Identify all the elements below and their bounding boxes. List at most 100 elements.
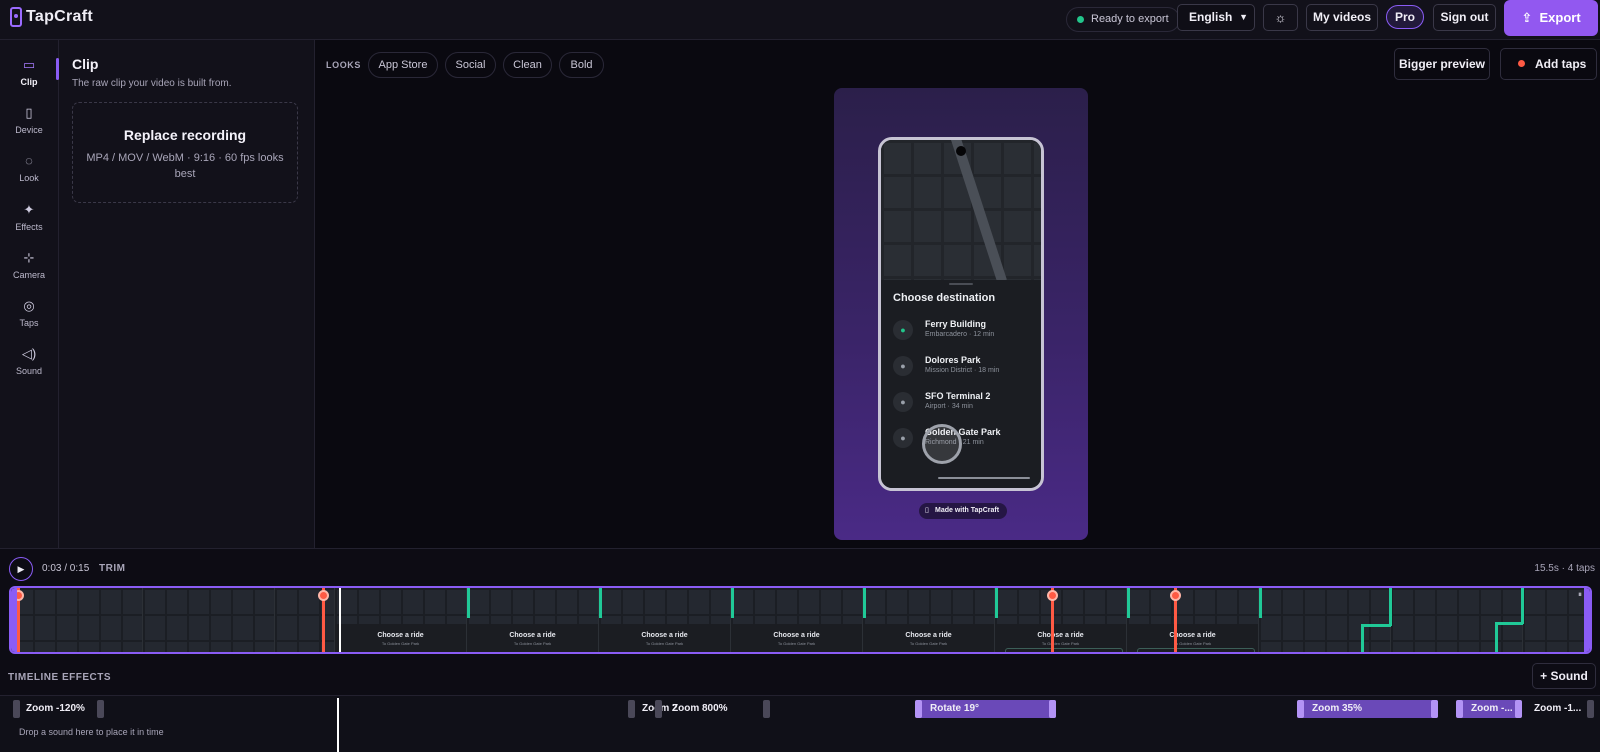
- chevron-down-icon: ▼: [1239, 12, 1248, 22]
- add-taps-button[interactable]: Add taps: [1500, 48, 1597, 80]
- timeline-filmstrip[interactable]: Choose a ride To Golden Gate Park Choose…: [9, 586, 1592, 654]
- effect-clip-zoom[interactable]: Zoom 800%: [658, 700, 758, 718]
- frame-label: Choose a ride: [509, 632, 556, 639]
- theme-toggle-button[interactable]: ☼: [1263, 4, 1298, 31]
- home-indicator: [938, 477, 1030, 479]
- location-pin-icon: ●: [893, 320, 913, 340]
- add-sound-button[interactable]: + Sound: [1532, 663, 1596, 689]
- filmstrip-frame: [1259, 588, 1391, 652]
- clip-grip[interactable]: [1297, 700, 1304, 718]
- language-select[interactable]: English ▼: [1177, 4, 1255, 31]
- export-button[interactable]: ⇪ Export: [1504, 0, 1598, 36]
- map-view: [881, 140, 1041, 283]
- watermark-badge: ▯ Made with TapCraft: [919, 503, 1008, 519]
- playhead[interactable]: [339, 588, 341, 652]
- look-chip-clean[interactable]: Clean: [503, 52, 552, 78]
- destination-name: Ferry Building: [925, 319, 987, 329]
- rail-item-device[interactable]: ▯ Device: [0, 104, 58, 148]
- effects-track[interactable]: Zoom -120% Zoom 2 Zoom 800% Rotate 19° Z…: [0, 696, 1600, 752]
- panel-subtitle: The raw clip your video is built from.: [72, 78, 232, 89]
- motion-path: [1361, 624, 1364, 652]
- frame-label: Choose a ride: [641, 632, 688, 639]
- replace-recording-dropzone[interactable]: Replace recording MP4 / MOV / WebM · 9:1…: [72, 102, 298, 203]
- clip-grip[interactable]: [1431, 700, 1438, 718]
- phone-icon: ▯: [25, 105, 33, 120]
- filmstrip-frame: Choose a ride To Golden Gate Park: [1127, 588, 1259, 652]
- rail-item-effects[interactable]: ✦ Effects: [0, 201, 58, 245]
- rail-item-camera[interactable]: ⊹ Camera: [0, 249, 58, 293]
- tap-marker-handle[interactable]: [1170, 590, 1181, 601]
- rail-item-label: Sound: [15, 366, 43, 376]
- logo[interactable]: TapCraft: [10, 7, 93, 27]
- app-name: TapCraft: [26, 8, 93, 25]
- speaker-icon: ◁): [21, 346, 37, 361]
- phone-logo-icon: ▯: [925, 507, 929, 514]
- add-taps-label: Add taps: [1535, 57, 1587, 71]
- playback-time: 0:03 / 0:15: [42, 563, 90, 574]
- tap-marker-handle[interactable]: [1047, 590, 1058, 601]
- rail-item-sound[interactable]: ◁) Sound: [0, 345, 58, 389]
- left-rail: ▭ Clip ▯ Device ◌ Look ✦ Effects ⊹ Camer…: [0, 40, 59, 548]
- destination-item: ● Golden Gate Park Richmond · 21 min: [893, 424, 1033, 456]
- video-icon: ▭: [22, 57, 36, 72]
- my-videos-button[interactable]: My videos: [1306, 4, 1378, 31]
- destination-sheet: Choose destination ● Ferry Building Emba…: [881, 280, 1041, 488]
- filmstrip-frame: [143, 588, 275, 652]
- filmstrip-frame: Choose a ride To Golden Gate Park: [863, 588, 995, 652]
- timeline-effects-label: TIMELINE EFFECTS: [8, 672, 111, 683]
- trim-handle-start[interactable]: [11, 588, 17, 652]
- rail-item-label: Taps: [19, 318, 39, 328]
- video-preview[interactable]: Choose destination ● Ferry Building Emba…: [834, 88, 1088, 540]
- clip-grip[interactable]: [97, 700, 104, 718]
- destination-meta: Airport · 34 min: [925, 403, 973, 410]
- frame-sublabel: To Golden Gate Park: [909, 641, 948, 646]
- motion-tick: [863, 588, 866, 618]
- frame-sublabel: To Golden Gate Park: [381, 641, 420, 646]
- effect-clip-rotate[interactable]: Rotate 19°: [916, 700, 1056, 718]
- tap-marker-handle[interactable]: [318, 590, 329, 601]
- clip-grip[interactable]: [1587, 700, 1594, 718]
- motion-tick: [599, 588, 602, 618]
- clip-grip[interactable]: [915, 700, 922, 718]
- effect-clip-zoom[interactable]: Zoom -1...: [1520, 700, 1588, 718]
- motion-tick: [731, 588, 734, 618]
- play-button[interactable]: ▶: [9, 557, 33, 581]
- destination-item: ● SFO Terminal 2 Airport · 34 min: [893, 388, 1033, 420]
- sun-icon: ☼: [1274, 10, 1287, 25]
- tap-icon: ◎: [23, 298, 35, 313]
- trim-label[interactable]: TRIM: [99, 563, 125, 574]
- filmstrip-frame: [1391, 588, 1523, 652]
- trim-handle-end[interactable]: [1584, 588, 1590, 652]
- top-bar: TapCraft Ready to export English ▼ ☼ My …: [0, 0, 1600, 40]
- looks-label: LOOKS: [326, 60, 362, 70]
- rail-item-taps[interactable]: ◎ Taps: [0, 297, 58, 341]
- frame-sublabel: To Golden Gate Park: [1041, 641, 1080, 646]
- status-text: Ready to export: [1091, 13, 1169, 25]
- bigger-preview-button[interactable]: Bigger preview: [1394, 48, 1490, 80]
- motion-path: [1495, 622, 1498, 652]
- filmstrip-frame: Choose a ride To Golden Gate Park: [731, 588, 863, 652]
- effects-row: Zoom -120% Zoom 2 Zoom 800% Rotate 19° Z…: [12, 700, 1596, 722]
- look-chip-bold[interactable]: Bold: [559, 52, 604, 78]
- sign-out-button[interactable]: Sign out: [1433, 4, 1496, 31]
- replace-recording-title: Replace recording: [123, 127, 247, 143]
- app: TapCraft Ready to export English ▼ ☼ My …: [0, 0, 1600, 752]
- effect-clip-zoom[interactable]: Zoom -...: [1457, 700, 1521, 718]
- motion-path: [1521, 588, 1524, 624]
- palette-icon: ◌: [25, 153, 33, 168]
- look-chip-social[interactable]: Social: [445, 52, 496, 78]
- clip-grip[interactable]: [763, 700, 770, 718]
- timeline-header: ▶ 0:03 / 0:15 TRIM 15.5s · 4 taps: [0, 548, 1600, 586]
- effect-clip-zoom[interactable]: Zoom -120%: [12, 700, 106, 718]
- rail-item-clip[interactable]: ▭ Clip: [0, 56, 58, 100]
- frame-label: Choose a ride: [905, 632, 952, 639]
- motion-path: [1389, 588, 1392, 626]
- rail-item-look[interactable]: ◌ Look: [0, 152, 58, 196]
- motion-tick: [1127, 588, 1130, 618]
- pro-badge[interactable]: Pro: [1386, 5, 1424, 29]
- filmstrip-frame: Choose a ride To Golden Gate Park: [467, 588, 599, 652]
- effect-clip-zoom[interactable]: Zoom 35%: [1298, 700, 1438, 718]
- clip-grip[interactable]: [1049, 700, 1056, 718]
- clip-grip[interactable]: [1456, 700, 1463, 718]
- look-chip-app-store[interactable]: App Store: [368, 52, 438, 78]
